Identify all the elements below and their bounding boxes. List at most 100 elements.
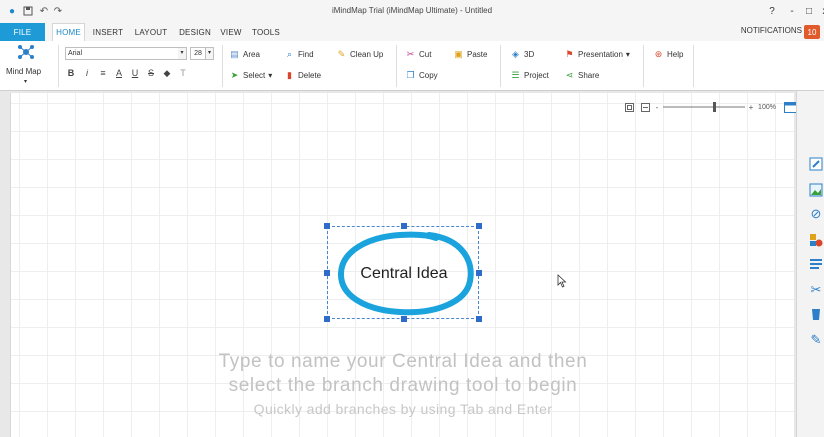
cube-icon: ◈ (512, 49, 519, 59)
find-button[interactable]: ⌕ Find (284, 49, 314, 60)
presentation-button[interactable]: ⚑ Presentation ▾ (564, 49, 630, 60)
brush-icon: ✎ (337, 49, 346, 59)
select-label: Select (243, 71, 266, 80)
minimize-button[interactable]: - (784, 3, 800, 19)
resize-handle[interactable] (324, 223, 330, 229)
font-family-input[interactable]: Arial (65, 47, 185, 60)
divider (693, 45, 694, 87)
fill-color-button[interactable]: ◆ (160, 66, 174, 80)
hint-line-2: select the branch drawing tool to begin (228, 375, 578, 396)
cleanup-button[interactable]: ✎ Clean Up (336, 49, 384, 60)
notifications-label[interactable]: NOTIFICATIONS (741, 26, 802, 35)
mindmap-canvas[interactable]: - + 100% Central Idea Type to name your … (10, 93, 802, 437)
close-button[interactable]: x (817, 3, 824, 19)
fit-width-icon[interactable] (639, 100, 651, 114)
area-button[interactable]: ▤ Area (229, 49, 260, 60)
zoom-slider[interactable] (661, 100, 747, 114)
attach-icon[interactable]: ⊘ (807, 205, 824, 223)
cut-button[interactable]: ✂ Cut (405, 49, 432, 60)
strikethrough-button[interactable]: S (144, 66, 158, 80)
font-size-dropdown-icon[interactable]: ▾ (205, 47, 214, 60)
mouse-cursor-icon (557, 274, 567, 290)
resize-handle[interactable] (401, 316, 407, 322)
share-button[interactable]: ⋖ Share (564, 70, 600, 81)
mindmap-button-label[interactable]: Mind Map (6, 67, 41, 76)
paste-label: Paste (467, 50, 488, 59)
copy-button[interactable]: ❐ Copy (405, 70, 437, 81)
help-ribbon-button[interactable]: ⊛ Help (653, 49, 684, 60)
zoom-level: 100% (758, 103, 776, 111)
align-button[interactable]: ≡ (96, 66, 110, 80)
divider (500, 45, 501, 87)
shapes-icon[interactable] (807, 231, 824, 249)
resize-handle[interactable] (476, 316, 482, 322)
trash-icon: ▮ (287, 70, 292, 80)
tab-home[interactable]: HOME (52, 23, 85, 41)
font-size-input[interactable]: 28 (190, 47, 206, 60)
canvas-frame: - + 100% Central Idea Type to name your … (0, 91, 802, 437)
tab-layout[interactable]: LAYOUT (130, 23, 172, 41)
tab-view[interactable]: VIEW (218, 23, 244, 41)
text-color-button[interactable]: A (112, 66, 126, 80)
right-tool-panel: ⊘ ✂ ✎ (796, 91, 824, 437)
3d-label: 3D (524, 50, 535, 59)
help-button[interactable]: ? (764, 3, 780, 19)
hint-line-3: Quickly add branches by using Tab and En… (253, 401, 553, 417)
divider (58, 45, 59, 87)
area-icon: ▤ (230, 49, 239, 59)
lifebuoy-icon: ⊛ (654, 49, 663, 59)
ribbon: Mind Map ▾ Arial ▾ 28 ▾ B i ≡ A U S ◆ T … (0, 41, 824, 91)
mindmap-dropdown-icon[interactable]: ▾ (24, 78, 27, 85)
search-icon: ⌕ (286, 49, 293, 59)
select-dropdown-icon: ▾ (268, 71, 273, 80)
tab-file[interactable]: FILE (0, 23, 45, 41)
cut-label: Cut (419, 50, 432, 59)
resize-handle[interactable] (401, 223, 407, 229)
resize-handle[interactable] (324, 316, 330, 322)
bucket-icon[interactable] (807, 305, 824, 323)
divider (222, 45, 223, 87)
presentation-dropdown-icon: ▾ (625, 50, 630, 59)
font-family-dropdown-icon[interactable]: ▾ (178, 47, 187, 60)
share-icon: ⋖ (565, 70, 574, 80)
fit-screen-icon[interactable] (623, 100, 635, 114)
resize-handle[interactable] (324, 270, 330, 276)
resize-handle[interactable] (476, 270, 482, 276)
share-label: Share (578, 71, 600, 80)
3d-button[interactable]: ◈ 3D (510, 49, 534, 60)
ribbon-tabs: FILE HOME INSERT LAYOUT DESIGN VIEW TOOL… (0, 23, 824, 41)
hint-line-1: Type to name your Central Idea and then (218, 351, 588, 372)
zoom-in-button[interactable]: + (747, 100, 755, 114)
tab-insert[interactable]: INSERT (88, 23, 128, 41)
paste-button[interactable]: ▣ Paste (453, 49, 487, 60)
tab-design[interactable]: DESIGN (174, 23, 216, 41)
project-label: Project (524, 71, 549, 80)
tab-tools[interactable]: TOOLS (248, 23, 284, 41)
brush-tool-icon[interactable]: ✎ (807, 331, 824, 349)
delete-button[interactable]: ▮ Delete (284, 70, 321, 81)
list-icon[interactable] (807, 255, 824, 273)
tools-icon[interactable]: ✂ (807, 281, 824, 299)
clipboard-icon: ▣ (454, 49, 463, 59)
central-idea-selection[interactable]: Central Idea (324, 223, 482, 322)
notifications-badge[interactable]: 10 (804, 25, 820, 39)
mindmap-icon[interactable] (17, 44, 35, 60)
zoom-out-button[interactable]: - (653, 100, 661, 114)
image-icon[interactable] (807, 181, 824, 199)
cleanup-label: Clean Up (350, 50, 384, 59)
help-label: Help (667, 50, 684, 59)
italic-button[interactable]: i (80, 66, 94, 80)
project-icon: ☰ (511, 70, 520, 80)
select-cursor-icon: ➤ (230, 70, 239, 80)
underline-button[interactable]: U (128, 66, 142, 80)
maximize-button[interactable]: □ (801, 3, 817, 19)
clear-format-button[interactable]: T (176, 66, 190, 80)
select-button[interactable]: ➤ Select ▾ (229, 70, 273, 81)
presentation-icon: ⚑ (565, 49, 574, 59)
delete-label: Delete (298, 71, 322, 80)
edit-icon[interactable] (807, 155, 824, 173)
central-idea-text[interactable]: Central Idea (328, 227, 480, 320)
project-button[interactable]: ☰ Project (510, 70, 549, 81)
bold-button[interactable]: B (64, 66, 78, 80)
resize-handle[interactable] (476, 223, 482, 229)
